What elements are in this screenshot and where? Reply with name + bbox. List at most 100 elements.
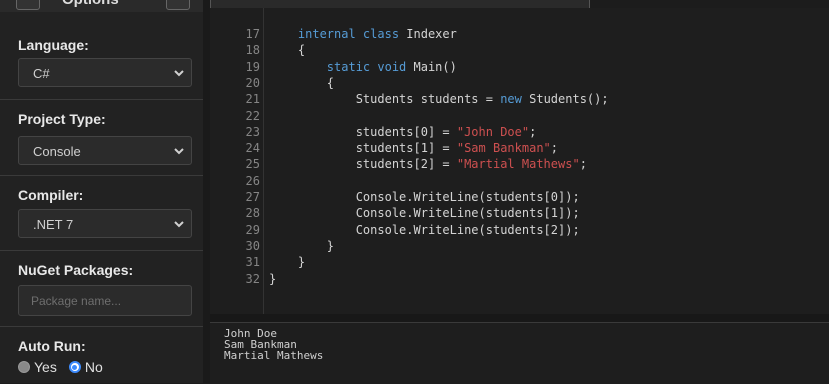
code-token: students[1] = bbox=[355, 141, 457, 156]
project-type-label: Project Type: bbox=[18, 111, 106, 127]
code-text: { bbox=[269, 42, 305, 58]
code-text: Students students = new Students(); bbox=[269, 91, 609, 107]
keyword-token: static void bbox=[326, 59, 407, 74]
options-sidebar: Options Language: C# Project Type: Conso… bbox=[0, 0, 204, 383]
code-token: Students(); bbox=[521, 92, 609, 107]
code-line: 32} bbox=[210, 271, 829, 287]
language-select[interactable]: C# bbox=[18, 58, 192, 87]
output-line: Martial Mathews bbox=[224, 349, 324, 362]
auto-run-label: Auto Run: bbox=[18, 338, 86, 354]
code-editor[interactable]: 17 internal class Indexer 18 {19 static v… bbox=[210, 8, 829, 314]
auto-run-yes-radio[interactable] bbox=[18, 361, 30, 373]
code-text: Console.WriteLine(students[1]); bbox=[269, 205, 580, 221]
nuget-packages-label: NuGet Packages: bbox=[18, 262, 134, 278]
line-number: 23 bbox=[245, 124, 260, 139]
chevron-down-icon bbox=[174, 70, 184, 77]
project-type-select[interactable]: Console bbox=[18, 136, 192, 165]
compiler-select[interactable]: .NET 7 bbox=[18, 209, 192, 238]
line-number: 22 bbox=[245, 108, 260, 123]
code-token: students[0] = bbox=[355, 124, 457, 139]
code-line: 26 bbox=[210, 173, 829, 189]
options-title: Options bbox=[62, 0, 119, 8]
compiler-label: Compiler: bbox=[18, 187, 84, 203]
code-token: } bbox=[297, 255, 306, 270]
line-number: 27 bbox=[245, 190, 260, 204]
code-token: ; bbox=[529, 124, 537, 139]
code-text: students[2] = "Martial Mathews"; bbox=[269, 156, 587, 172]
code-token: { bbox=[297, 43, 306, 58]
project-type-value: Console bbox=[33, 144, 81, 159]
code-text: static void Main() bbox=[269, 59, 457, 75]
code-line: 17 internal class Indexer bbox=[210, 26, 829, 42]
code-line: 30 } bbox=[210, 238, 829, 254]
string-token: "Martial Mathews" bbox=[456, 157, 580, 172]
string-token: "Sam Bankman" bbox=[456, 141, 551, 156]
code-token: Indexer bbox=[399, 27, 457, 41]
line-number: 17 bbox=[245, 27, 260, 41]
code-line: 22 bbox=[210, 108, 829, 124]
line-number: 25 bbox=[245, 157, 260, 172]
line-number: 26 bbox=[245, 173, 260, 188]
line-number: 32 bbox=[245, 271, 260, 286]
code-line: 31 } bbox=[210, 254, 829, 270]
code-line: 28 Console.WriteLine(students[1]); bbox=[210, 205, 829, 221]
code-token: } bbox=[326, 238, 335, 253]
code-token: students[2] = bbox=[355, 157, 457, 172]
output-panel: John Doe Sam Bankman Martial Mathews bbox=[210, 322, 829, 384]
code-token: Console.WriteLine(students[2]); bbox=[355, 222, 580, 237]
divider bbox=[0, 175, 203, 176]
code-text: } bbox=[269, 254, 305, 270]
code-token: ; bbox=[550, 141, 559, 156]
code-line: 20 { bbox=[210, 75, 829, 91]
code-token: { bbox=[326, 75, 335, 90]
line-number: 19 bbox=[245, 59, 260, 74]
string-token: "John Doe" bbox=[456, 124, 530, 139]
code-token: Students students = bbox=[355, 92, 501, 107]
code-text: internal class Indexer bbox=[269, 26, 457, 42]
code-text: { bbox=[269, 75, 334, 91]
language-value: C# bbox=[33, 66, 50, 81]
code-line: 24 students[1] = "Sam Bankman"; bbox=[210, 140, 829, 156]
divider bbox=[0, 99, 203, 100]
code-line: 21 Students students = new Students(); bbox=[210, 91, 829, 107]
divider bbox=[0, 250, 203, 251]
code-line: 19 static void Main() bbox=[210, 59, 829, 75]
nuget-package-input[interactable] bbox=[18, 285, 192, 316]
code-text: Console.WriteLine(students[2]); bbox=[269, 222, 580, 238]
chevron-down-icon bbox=[174, 221, 184, 228]
line-number: 18 bbox=[245, 43, 260, 58]
code-text: students[1] = "Sam Bankman"; bbox=[269, 140, 558, 156]
code-line: 29 Console.WriteLine(students[2]); bbox=[210, 222, 829, 238]
auto-run-options: Yes No bbox=[18, 359, 115, 375]
line-number: 31 bbox=[245, 255, 260, 270]
chevron-down-icon bbox=[174, 148, 184, 155]
line-number: 29 bbox=[245, 222, 260, 237]
code-line: 25 students[2] = "Martial Mathews"; bbox=[210, 156, 829, 172]
code-line: 27 Console.WriteLine(students[0]); bbox=[210, 189, 829, 205]
line-number: 30 bbox=[245, 238, 260, 253]
compiler-value: .NET 7 bbox=[33, 217, 74, 232]
auto-run-no-radio[interactable] bbox=[68, 361, 81, 373]
divider bbox=[0, 326, 203, 327]
code-token: Console.WriteLine(students[1]); bbox=[355, 206, 580, 221]
code-token: Console.WriteLine(students[0]); bbox=[355, 190, 580, 204]
code-token: Main() bbox=[406, 59, 457, 74]
auto-run-yes-label[interactable]: Yes bbox=[34, 359, 57, 375]
collapse-button[interactable] bbox=[16, 0, 40, 10]
horizontal-splitter[interactable] bbox=[210, 314, 829, 322]
options-header: Options bbox=[0, 0, 203, 12]
toggle-button[interactable] bbox=[166, 0, 190, 10]
code-text: } bbox=[269, 271, 276, 287]
vertical-splitter[interactable] bbox=[203, 0, 210, 383]
code-line: 18 { bbox=[210, 42, 829, 58]
line-number: 28 bbox=[245, 206, 260, 221]
code-token: } bbox=[269, 271, 277, 286]
keyword-token: new bbox=[500, 92, 522, 107]
line-number: 21 bbox=[245, 92, 260, 107]
code-text: Console.WriteLine(students[0]); bbox=[269, 189, 580, 205]
keyword-token: internal class bbox=[297, 27, 400, 41]
auto-run-no-label[interactable]: No bbox=[85, 359, 103, 375]
code-text: students[0] = "John Doe"; bbox=[269, 124, 537, 140]
code-line: 23 students[0] = "John Doe"; bbox=[210, 124, 829, 140]
code-text: } bbox=[269, 238, 334, 254]
